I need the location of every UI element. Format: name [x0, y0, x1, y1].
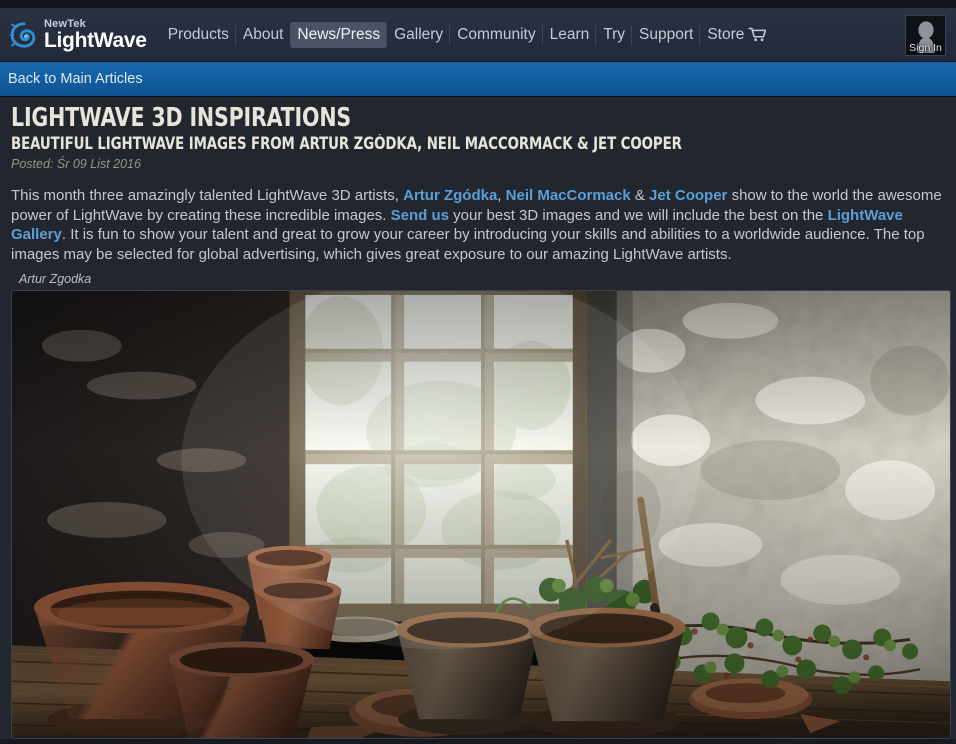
nav-item-gallery[interactable]: Gallery [386, 22, 450, 48]
nav-item-community[interactable]: Community [449, 22, 542, 48]
artwork-image-frame[interactable] [11, 290, 951, 740]
nav-label: Learn [549, 25, 590, 43]
link-artur-zgodka[interactable]: Artur Zgódka [403, 187, 497, 204]
shopping-cart-icon [748, 27, 767, 42]
body-text-segment: your best 3D images and we will include … [449, 206, 828, 224]
body-text-segment: This month three amazingly talented Ligh… [11, 187, 404, 205]
nav-label: About [242, 25, 284, 43]
figure-caption: Artur Zgodka [19, 272, 92, 287]
article-figure: Artur Zgodka [8, 264, 951, 740]
link-neil-maccormack[interactable]: Neil MacCormack [506, 187, 631, 204]
nav-item-store[interactable]: Store [699, 22, 774, 48]
back-bar: Back to Main Articles [0, 62, 956, 97]
article-subtitle: Beautiful LightWave images from Artur Zg… [11, 134, 682, 154]
nav-item-about[interactable]: About [234, 22, 291, 48]
nav-label: Gallery [394, 25, 444, 43]
body-text-segment: , [497, 187, 506, 205]
back-to-main-articles-link[interactable]: Back to Main Articles [0, 71, 143, 87]
top-strip [0, 0, 956, 8]
nav-item-learn[interactable]: Learn [541, 22, 597, 48]
body-text-segment: & [630, 187, 650, 205]
artwork-image[interactable] [12, 291, 950, 739]
nav-label: Store [707, 25, 745, 43]
nav-label: Support [639, 25, 694, 43]
sign-in-button[interactable]: Sign In [905, 15, 946, 56]
page-title: LightWave 3D Inspirations [11, 103, 352, 133]
page-root: NewTek LightWave Products About News/Pre… [0, 0, 956, 744]
link-jet-cooper[interactable]: Jet Cooper [649, 187, 727, 204]
nav-item-products[interactable]: Products [161, 22, 236, 48]
body-text-segment: . It is fun to show your talent and grea… [11, 226, 925, 263]
nav-item-support[interactable]: Support [631, 22, 700, 48]
brand-lightwave-text: LightWave [44, 28, 147, 52]
main-navigation: Products About News/Press Gallery Commun… [161, 8, 775, 61]
sign-in-label: Sign In [909, 42, 942, 54]
brand-newtek-text: NewTek [44, 17, 86, 30]
article-header: LightWave 3D Inspirations Beautiful Ligh… [8, 97, 948, 177]
nav-label: Try [603, 25, 626, 43]
nav-label: News/Press [297, 25, 381, 43]
nav-label: Products [167, 25, 229, 43]
article-body-paragraph: This month three amazingly talented Ligh… [8, 177, 948, 264]
article-posted-date: Posted: Śr 09 List 2016 [11, 157, 141, 172]
article: LightWave 3D Inspirations Beautiful Ligh… [0, 97, 956, 740]
link-send-us[interactable]: Send us [391, 207, 449, 224]
nav-item-try[interactable]: Try [595, 22, 632, 48]
brand-logo-link[interactable]: NewTek LightWave [6, 17, 153, 52]
nav-label: Community [457, 25, 536, 43]
site-header: NewTek LightWave Products About News/Pre… [0, 8, 956, 62]
lightwave-spiral-logo-icon [10, 21, 38, 49]
nav-item-news-press[interactable]: News/Press [290, 21, 388, 48]
